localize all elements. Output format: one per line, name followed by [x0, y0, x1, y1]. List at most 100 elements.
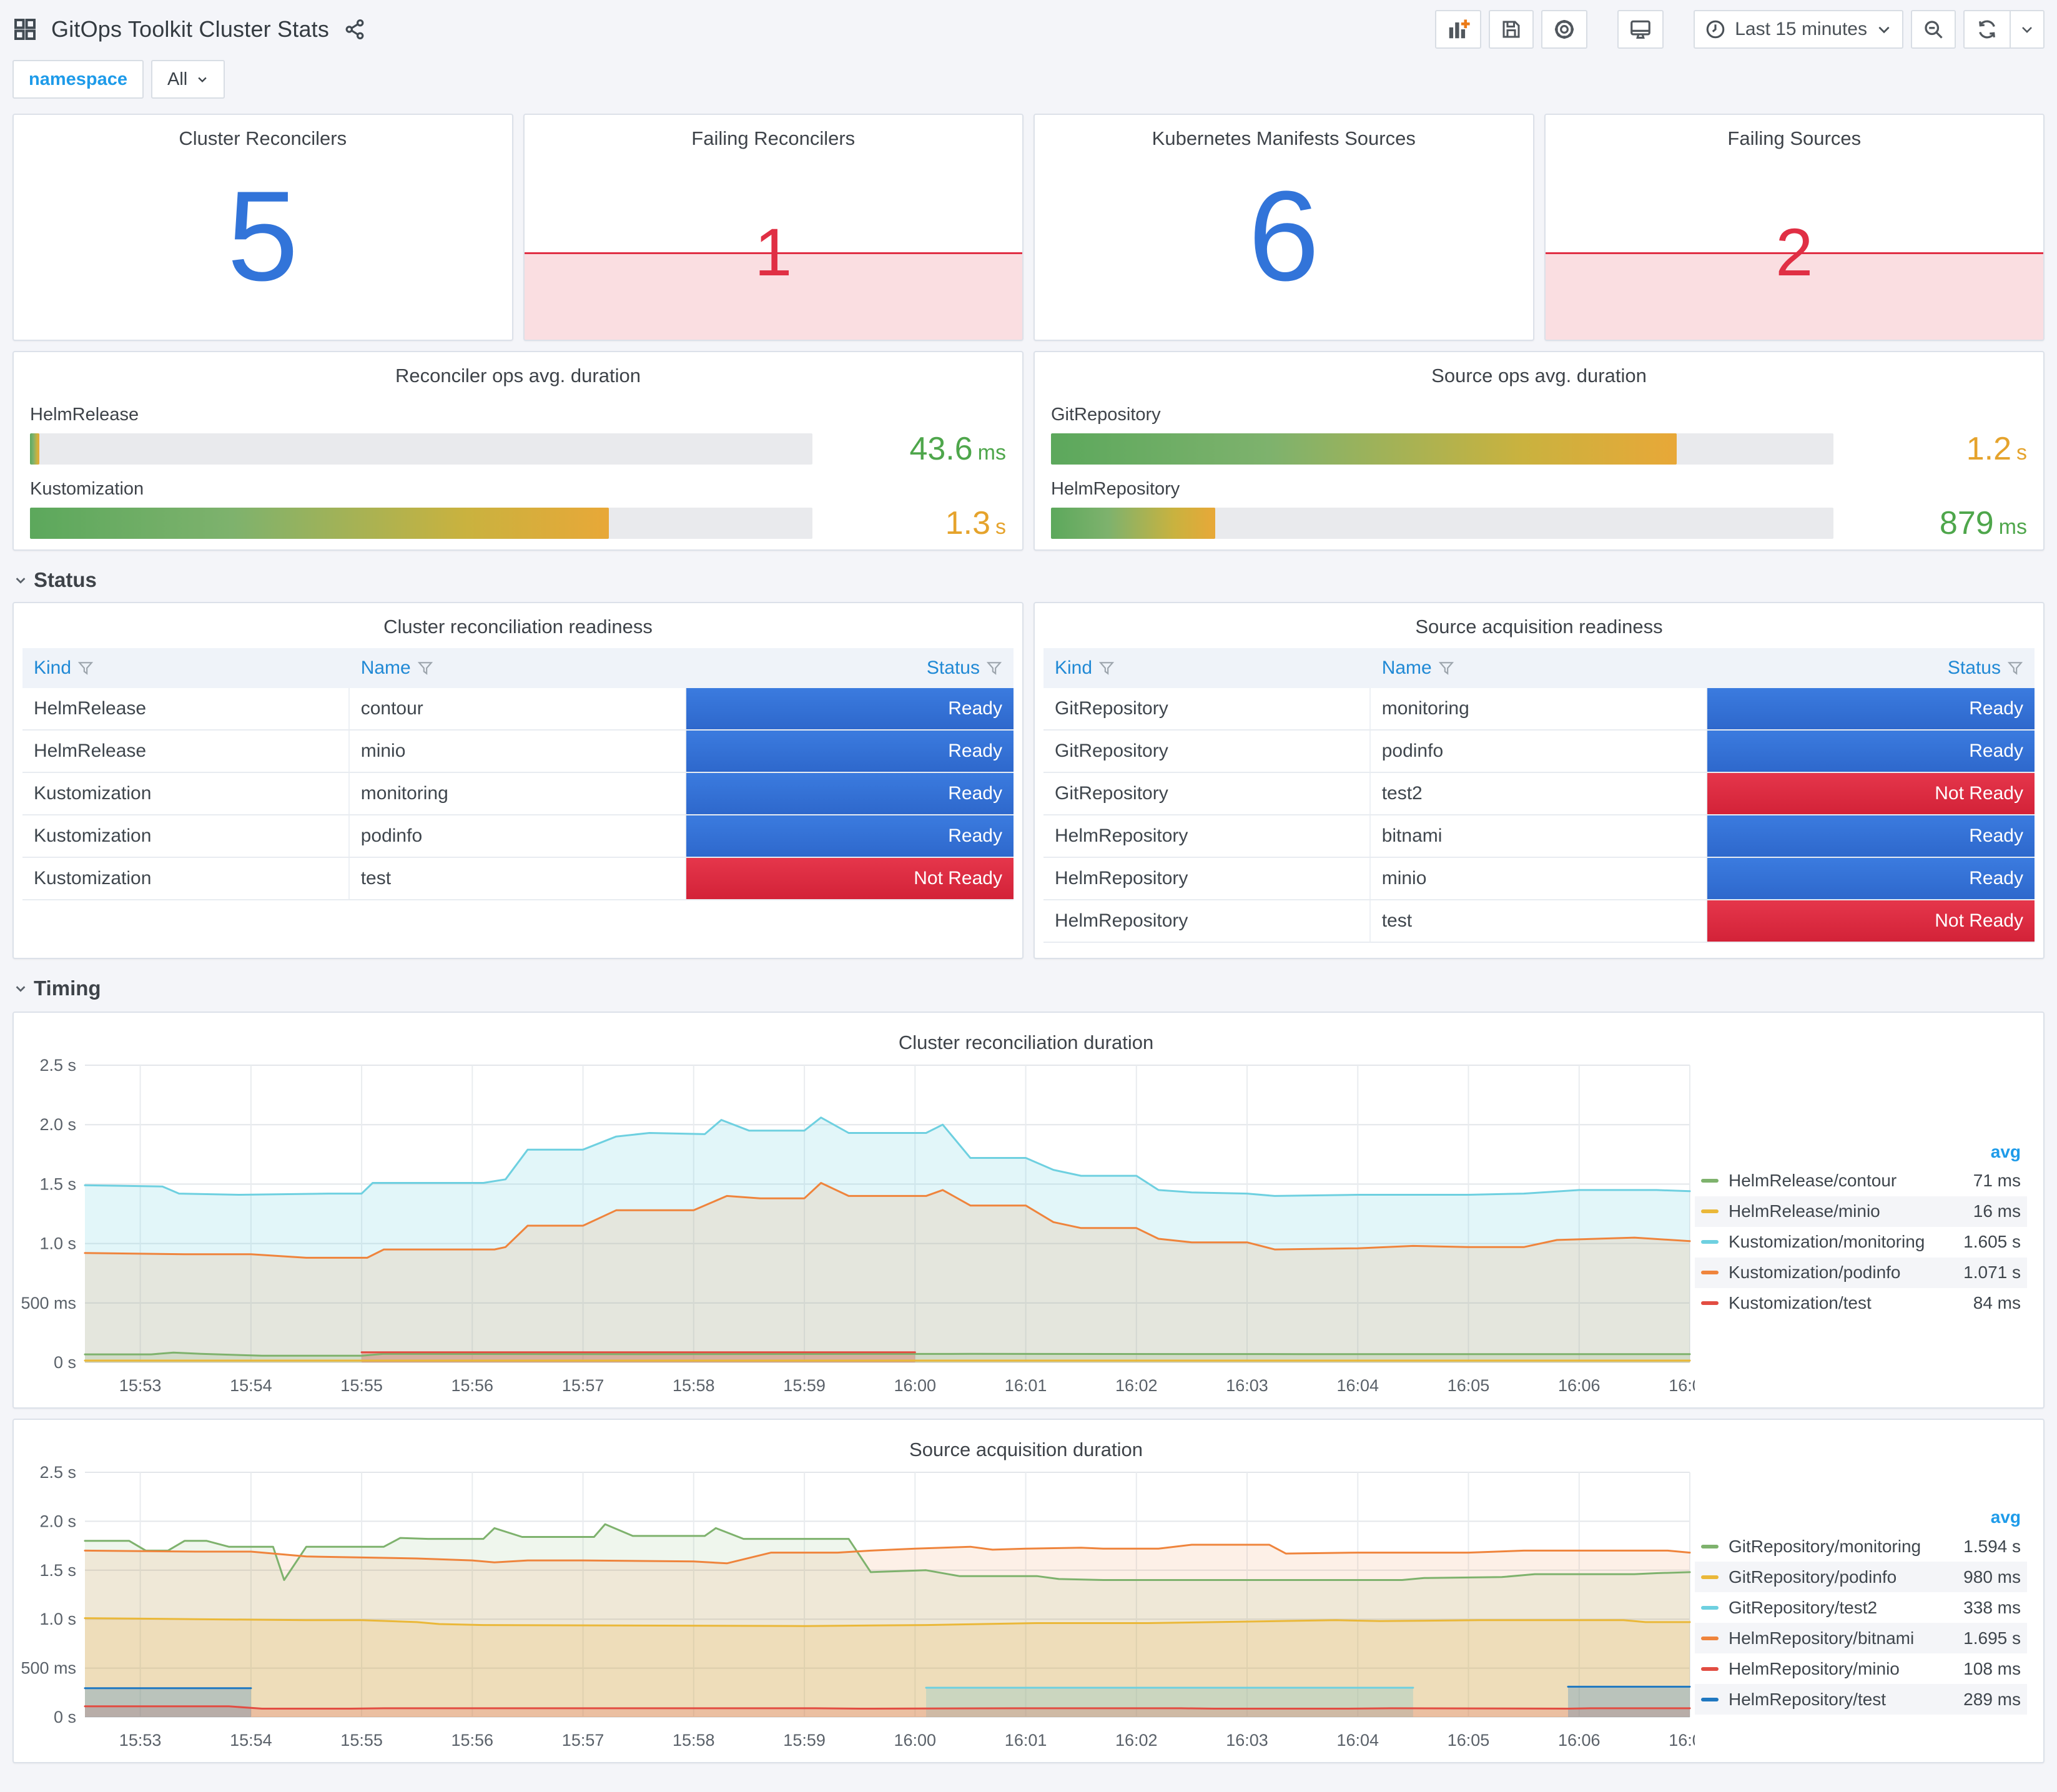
- gauge-bar-track: [1051, 508, 1833, 539]
- svg-text:16:02: 16:02: [1115, 1376, 1158, 1395]
- panel-title[interactable]: Source acquisition duration: [20, 1426, 2032, 1461]
- panel-title[interactable]: Cluster Reconcilers: [14, 115, 512, 150]
- panel-title[interactable]: Source ops avg. duration: [1035, 352, 2043, 387]
- legend-series-avg: 1.071 s: [1963, 1263, 2021, 1282]
- legend-series-color: [1701, 1301, 1719, 1305]
- panel-title[interactable]: Cluster reconciliation readiness: [14, 603, 1022, 638]
- cell-name: monitoring: [1371, 688, 1708, 729]
- table-row: Kustomization podinfo Ready: [22, 815, 1014, 858]
- svg-text:16:01: 16:01: [1005, 1731, 1047, 1750]
- column-header-label: Status: [1947, 657, 2001, 678]
- legend-series-color: [1701, 1240, 1719, 1244]
- column-header-kind[interactable]: Kind: [1043, 648, 1371, 688]
- section-header-timing[interactable]: Timing: [14, 977, 2045, 1000]
- legend-item[interactable]: Kustomization/podinfo 1.071 s: [1695, 1257, 2027, 1288]
- chart-legend: avg HelmRelease/contour 71 ms HelmRelease/m…: [1695, 1054, 2032, 1402]
- legend-avg-header[interactable]: avg: [1695, 1504, 2027, 1531]
- filter-funnel-icon[interactable]: [77, 660, 94, 676]
- dashboard-grid-icon[interactable]: [12, 17, 37, 42]
- gauge-panel-reconciler-ops-avg-duration: Reconciler ops avg. duration HelmRelease 4…: [12, 351, 1024, 551]
- table-panel-source-acquisition-readiness: Source acquisition readiness Kind Name Stat…: [1033, 602, 2045, 959]
- column-header-name[interactable]: Name: [350, 648, 687, 688]
- column-header-name[interactable]: Name: [1371, 648, 1708, 688]
- share-icon[interactable]: [343, 17, 367, 41]
- variable-namespace-label[interactable]: namespace: [12, 60, 144, 99]
- legend-series-avg: 1.605 s: [1963, 1232, 2021, 1251]
- cell-status-badge: Ready: [686, 731, 1014, 772]
- zoom-out-time-button[interactable]: [1911, 10, 1956, 49]
- stat-panel-failing-reconcilers: Failing Reconcilers 1: [523, 114, 1024, 341]
- gauge-panel-source-ops-avg-duration: Source ops avg. duration GitRepository 1.2…: [1033, 351, 2045, 551]
- column-header-status[interactable]: Status: [1707, 648, 2035, 688]
- legend-series-color: [1701, 1666, 1719, 1671]
- legend-series-name: Kustomization/monitoring: [1729, 1232, 1925, 1251]
- table-row: Kustomization test Not Ready: [22, 858, 1014, 900]
- legend-series-avg: 84 ms: [1973, 1293, 2021, 1312]
- panel-title[interactable]: Failing Sources: [1546, 115, 2044, 150]
- add-panel-button[interactable]: [1435, 10, 1482, 49]
- section-header-status[interactable]: Status: [14, 568, 2045, 592]
- clock-icon: [1705, 19, 1726, 40]
- gauge-value-number: 43.6: [909, 431, 973, 467]
- svg-text:16:03: 16:03: [1226, 1731, 1268, 1750]
- legend-item[interactable]: GitRepository/podinfo 980 ms: [1695, 1562, 2027, 1592]
- legend-item[interactable]: HelmRepository/bitnami 1.695 s: [1695, 1623, 2027, 1653]
- legend-series-color: [1701, 1636, 1719, 1640]
- cell-status-badge: Ready: [686, 815, 1014, 857]
- svg-text:0 s: 0 s: [54, 1708, 76, 1726]
- legend-item[interactable]: GitRepository/monitoring 1.594 s: [1695, 1531, 2027, 1562]
- legend-series-name: HelmRepository/bitnami: [1729, 1628, 1915, 1648]
- chevron-down-icon: [198, 77, 207, 82]
- time-series-plot[interactable]: 0 s 500 ms 1.0 s 1.5 s 2.0 s 2.5 s 15:53 15:54 1…: [20, 1461, 1710, 1757]
- cell-status-badge: Not Ready: [686, 858, 1014, 899]
- cycle-view-mode-button[interactable]: [1617, 10, 1664, 49]
- refresh-icon[interactable]: [1965, 11, 2010, 47]
- filter-funnel-icon[interactable]: [1098, 660, 1115, 676]
- panel-title[interactable]: Kubernetes Manifests Sources: [1035, 115, 1533, 150]
- gauge-body: HelmRelease 43.6 ms Kustomization 1.3 s: [14, 387, 1022, 542]
- panel-title[interactable]: Failing Reconcilers: [525, 115, 1023, 150]
- filter-funnel-icon[interactable]: [417, 660, 433, 676]
- legend-item[interactable]: HelmRelease/contour 71 ms: [1695, 1166, 2027, 1196]
- table: Kind Name Status HelmRelease contour Ready Hel…: [22, 648, 1014, 900]
- svg-text:15:58: 15:58: [673, 1376, 715, 1395]
- svg-text:16:07: 16:07: [1669, 1376, 1695, 1395]
- gauge-value-number: 1.2: [1966, 431, 2011, 467]
- dashboard-settings-button[interactable]: [1541, 10, 1588, 49]
- legend-item[interactable]: HelmRepository/minio 108 ms: [1695, 1653, 2027, 1684]
- stat-panels-row: Cluster Reconcilers 5 Failing Reconcilers 1…: [12, 114, 2045, 341]
- variable-namespace-value-dropdown[interactable]: All: [151, 60, 225, 99]
- stat-panel-failing-sources: Failing Sources 2: [1544, 114, 2045, 341]
- svg-text:16:06: 16:06: [1558, 1731, 1601, 1750]
- legend-series-avg: 980 ms: [1963, 1567, 2021, 1587]
- refresh-interval-chevron-icon[interactable]: [2010, 11, 2043, 47]
- chevron-down-icon: [16, 986, 26, 992]
- top-bar: GitOps Toolkit Cluster Stats Last 15 min…: [12, 9, 2045, 50]
- legend-item[interactable]: HelmRelease/minio 16 ms: [1695, 1196, 2027, 1227]
- panel-source-acquisition-duration: Source acquisition duration 0 s 500 ms 1.0 …: [12, 1419, 2045, 1763]
- svg-text:15:57: 15:57: [562, 1376, 604, 1395]
- time-range-picker[interactable]: Last 15 minutes: [1694, 10, 1903, 49]
- svg-text:1.5 s: 1.5 s: [39, 1174, 76, 1193]
- table-row: GitRepository test2 Not Ready: [1043, 773, 2035, 815]
- filter-funnel-icon[interactable]: [2007, 660, 2023, 676]
- table-panel-cluster-reconciliation-readiness: Cluster reconciliation readiness Kind Name…: [12, 602, 1024, 959]
- legend-avg-header[interactable]: avg: [1695, 1138, 2027, 1166]
- filter-funnel-icon[interactable]: [1438, 660, 1454, 676]
- legend-item[interactable]: HelmRepository/test 289 ms: [1695, 1684, 2027, 1715]
- gauge-bar-track: [30, 508, 812, 539]
- legend-item[interactable]: Kustomization/test 84 ms: [1695, 1288, 2027, 1319]
- panel-title[interactable]: Cluster reconciliation duration: [20, 1019, 2032, 1054]
- time-series-plot[interactable]: 0 s 500 ms 1.0 s 1.5 s 2.0 s 2.5 s 15:53 15:54 1…: [20, 1054, 1710, 1402]
- legend-item[interactable]: Kustomization/monitoring 1.605 s: [1695, 1227, 2027, 1258]
- filter-funnel-icon[interactable]: [986, 660, 1002, 676]
- column-header-status[interactable]: Status: [686, 648, 1014, 688]
- panel-title[interactable]: Source acquisition readiness: [1035, 603, 2043, 638]
- legend-item[interactable]: GitRepository/test2 338 ms: [1695, 1592, 2027, 1623]
- cell-kind: HelmRelease: [22, 731, 350, 772]
- cell-name: test2: [1371, 773, 1708, 814]
- panel-title[interactable]: Reconciler ops avg. duration: [14, 352, 1022, 387]
- gauge-row: HelmRepository 879 ms: [1051, 479, 2027, 542]
- column-header-kind[interactable]: Kind: [22, 648, 350, 688]
- save-dashboard-button[interactable]: [1489, 10, 1534, 49]
